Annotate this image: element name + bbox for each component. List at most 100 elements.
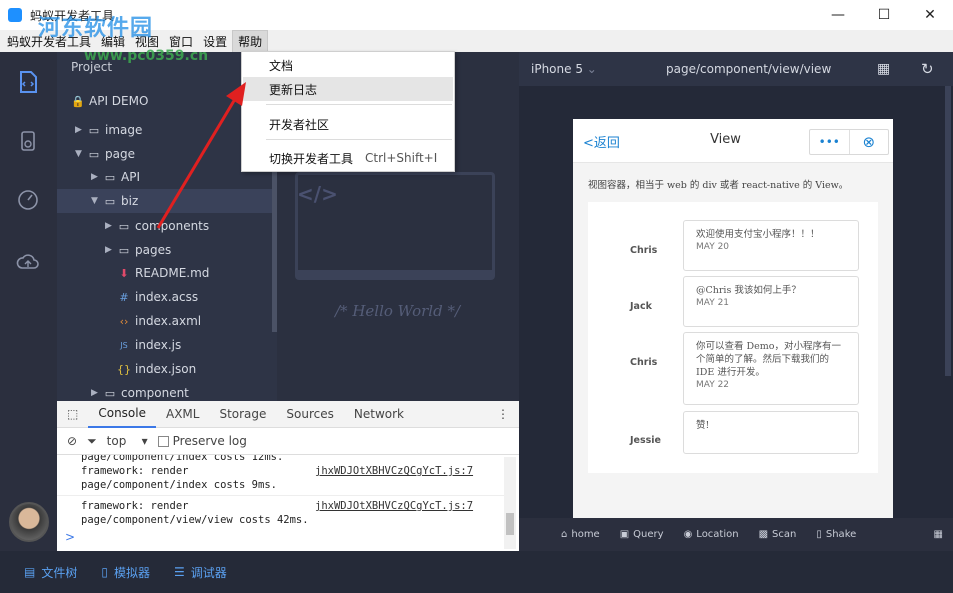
file-list-icon: ▤ [24, 565, 36, 579]
filter-icon[interactable]: ⏷ [87, 434, 97, 449]
json-braces-icon: {} [117, 362, 131, 376]
console-toolbar: ⊘ ⏷ top ▾ Preserve log [57, 428, 519, 455]
refresh-icon[interactable]: ↻ [921, 60, 934, 78]
shake-button[interactable]: ▯ Shake [816, 529, 856, 540]
close-button[interactable]: ✕ [907, 0, 953, 30]
css-hash-icon: # [119, 290, 129, 304]
tree-item-index-axml[interactable]: ‹› index.axml [117, 309, 202, 333]
location-pin-icon: ◉ [683, 529, 693, 540]
tab-axml[interactable]: AXML [156, 401, 209, 428]
simulator-scrollbar[interactable] [945, 86, 951, 376]
folder-icon: ▭ [104, 386, 116, 400]
menu-shortcut: Ctrl+Shift+I [365, 151, 438, 165]
tab-console[interactable]: Console [88, 401, 156, 428]
phone-shake-icon: ▯ [816, 529, 822, 540]
maximize-button[interactable]: ☐ [861, 0, 907, 30]
message-text: 赞! [696, 420, 710, 431]
chat-bubble: @Chris 我该如何上手？ MAY 21 [683, 276, 859, 327]
markdown-icon: ⬇ [119, 266, 129, 280]
menu-item-changelog[interactable]: 更新日志 [243, 77, 453, 101]
preserve-log-checkbox[interactable]: Preserve log [157, 434, 247, 448]
chevron-right-icon: ▶ [105, 245, 112, 255]
chevron-right-icon: ▶ [91, 388, 98, 398]
qr-code-icon: ▩ [758, 529, 769, 540]
message-date: MAY 20 [696, 242, 730, 252]
scan-button[interactable]: ▩ Scan [759, 529, 797, 540]
lock-icon: 🔒 [71, 94, 85, 108]
user-avatar[interactable] [9, 502, 49, 542]
minimize-button[interactable]: — [815, 0, 861, 30]
query-button[interactable]: ▣ Query [620, 529, 664, 540]
project-root[interactable]: 🔒 API DEMO [71, 89, 148, 113]
more-dots-icon[interactable]: ••• [810, 130, 850, 154]
file-explorer-icon[interactable] [16, 70, 40, 94]
tree-item-image[interactable]: ▶ ▭ image [75, 118, 142, 142]
clear-console-icon[interactable]: ⊘ [67, 434, 77, 448]
editor-placeholder: /* Hello World */ [335, 302, 460, 320]
chat-sender: Jack [630, 301, 652, 312]
tab-network[interactable]: Network [344, 401, 414, 428]
menu-item-docs[interactable]: 文档 [243, 53, 453, 77]
message-text: 你可以查看 Demo，对小程序有一个简单的了解。然后下载我们的 IDE 进行开发… [696, 341, 841, 378]
console-scrollbar[interactable] [504, 457, 516, 549]
simulator-icon[interactable] [16, 130, 40, 154]
folder-icon: ▭ [88, 147, 100, 161]
tab-sources[interactable]: Sources [276, 401, 343, 428]
console-line: framework: render jhxWDJOtXBHVCzQCgYcT.js… [81, 499, 474, 513]
menu-item-community[interactable]: 开发者社区 [243, 112, 453, 136]
activity-bar [0, 52, 57, 551]
console-prompt[interactable]: > [65, 530, 75, 544]
folder-icon: ▭ [118, 219, 130, 233]
file-tree-toggle[interactable]: ▤ 文件树 [24, 564, 77, 581]
close-circle-icon[interactable]: ⊗ [850, 130, 889, 154]
menu-divider [266, 104, 452, 105]
tree-item-readme[interactable]: ⬇ README.md [117, 261, 209, 285]
chevron-right-icon: ▶ [91, 172, 98, 182]
chat-bubble: 欢迎使用支付宝小程序！！！ MAY 20 [683, 220, 859, 271]
menu-help[interactable]: 帮助 [232, 29, 269, 53]
home-button[interactable]: ⌂ home [561, 529, 600, 540]
simulator-toolbar: ⌂ home ▣ Query ◉ Location ▩ Scan ▯ Shake ▦ [519, 518, 953, 551]
window-controls: — ☐ ✕ [815, 0, 953, 30]
tree-item-api[interactable]: ▶ ▭ API [91, 165, 140, 189]
grid-icon[interactable]: ▦ [934, 529, 943, 540]
message-text: 欢迎使用支付宝小程序！！！ [696, 229, 820, 240]
tree-item-index-json[interactable]: {} index.json [117, 357, 196, 381]
checkbox-icon [157, 436, 169, 447]
status-bar: ▤ 文件树 ▯ 模拟器 ☰ 调试器 [0, 551, 953, 593]
more-vertical-icon[interactable]: ⋮ [487, 401, 519, 428]
devtools-panel: ⬚ Console AXML Storage Sources Network ⋮… [57, 401, 519, 551]
console-output: page/component/index costs 12ms. framewo… [57, 455, 504, 527]
help-menu-dropdown: 文档 更新日志 开发者社区 切换开发者工具 Ctrl+Shift+I [241, 51, 455, 172]
message-date: MAY 22 [696, 380, 730, 390]
debugger-toggle[interactable]: ☰ 调试器 [174, 564, 227, 581]
source-link[interactable]: jhxWDJOtXBHVCzQCgYcT.js:7 [315, 464, 473, 478]
cloud-upload-icon[interactable] [16, 250, 40, 274]
console-scroll-thumb[interactable] [506, 513, 514, 535]
tree-item-pages[interactable]: ▶ ▭ pages [105, 238, 171, 262]
chat-bubble: 你可以查看 Demo，对小程序有一个简单的了解。然后下载我们的 IDE 进行开发… [683, 332, 859, 405]
menu-item-toggle-devtools[interactable]: 切换开发者工具 Ctrl+Shift+I [243, 146, 453, 170]
inspect-icon[interactable]: ⬚ [57, 401, 88, 428]
location-button[interactable]: ◉ Location [684, 529, 739, 540]
source-link[interactable]: jhxWDJOtXBHVCzQCgYcT.js:7 [315, 499, 473, 513]
debugger-gauge-icon[interactable] [16, 188, 40, 212]
device-select[interactable]: iPhone 5 ⌄ [531, 62, 597, 76]
tab-storage[interactable]: Storage [209, 401, 276, 428]
context-select[interactable]: top ▾ [107, 434, 148, 448]
chat-sender: Chris [630, 357, 658, 368]
console-line: page/component/view/view costs 42ms. [81, 514, 309, 526]
chevron-right-icon: ▶ [75, 125, 82, 135]
folder-icon: ▭ [104, 170, 116, 184]
tree-item-index-js[interactable]: JS index.js [117, 333, 181, 357]
tree-item-page[interactable]: ▼ ▭ page [75, 142, 135, 166]
code-glyph: </> [297, 182, 338, 206]
view-description: 视图容器，相当于 web 的 div 或者 react-native 的 Vie… [588, 180, 849, 191]
phone-nav-bar: <返回 View ••• ⊗ [573, 119, 893, 163]
simulator-toggle[interactable]: ▯ 模拟器 [101, 564, 150, 581]
console-divider [57, 495, 504, 496]
calendar-icon[interactable]: ▦ [877, 61, 890, 77]
chat-bubble: 赞! [683, 411, 859, 454]
chevron-down-icon: ▼ [75, 149, 82, 159]
tree-item-index-acss[interactable]: # index.acss [117, 285, 198, 309]
